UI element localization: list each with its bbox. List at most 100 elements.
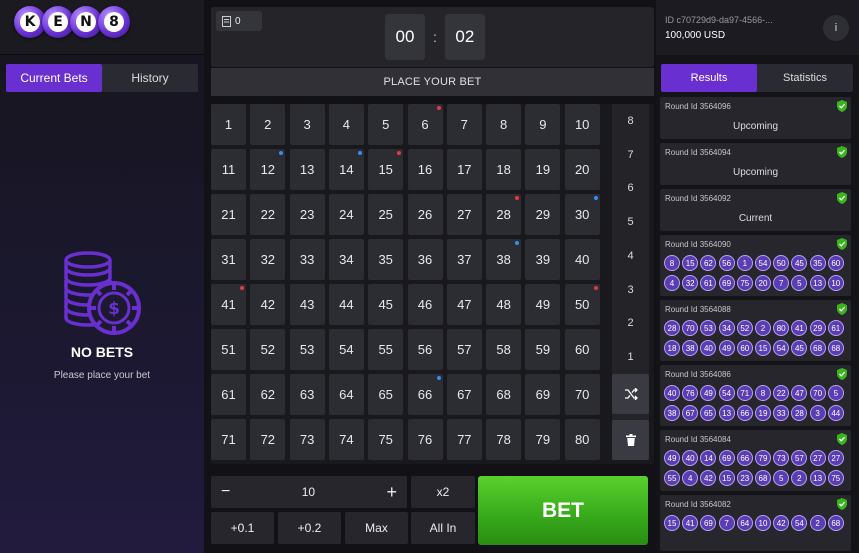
- number-cell[interactable]: 17: [446, 149, 482, 190]
- number-cell[interactable]: 14: [328, 149, 364, 190]
- number-cell[interactable]: 44: [328, 284, 364, 325]
- number-cell[interactable]: 47: [446, 284, 482, 325]
- number-cell[interactable]: 75: [368, 419, 404, 460]
- round-result[interactable]: Round Id 3564086 40 76 49 54 71 8 22 47 70 5 38 67 65…: [660, 365, 851, 426]
- pick-count-option[interactable]: 3: [612, 273, 649, 307]
- tab-statistics[interactable]: Statistics: [757, 64, 853, 92]
- number-cell[interactable]: 24: [328, 194, 364, 235]
- number-cell[interactable]: 22: [250, 194, 286, 235]
- bet-button[interactable]: BET: [478, 476, 648, 545]
- round-result[interactable]: Round Id 3564088 28 70 53 34 52 2 80 41 29 61 18 38 4…: [660, 300, 851, 361]
- number-cell[interactable]: 1: [211, 104, 246, 145]
- round-result[interactable]: Round Id 3564092 Current: [660, 189, 851, 231]
- number-cell[interactable]: 21: [211, 194, 246, 235]
- number-cell[interactable]: 55: [368, 329, 404, 370]
- number-cell[interactable]: 60: [564, 329, 600, 370]
- number-cell[interactable]: 39: [525, 239, 561, 280]
- double-stake-button[interactable]: x2: [411, 476, 475, 508]
- number-cell[interactable]: 67: [446, 374, 482, 415]
- number-cell[interactable]: 51: [211, 329, 246, 370]
- number-cell[interactable]: 5: [368, 104, 404, 145]
- number-cell[interactable]: 32: [250, 239, 286, 280]
- number-cell[interactable]: 53: [289, 329, 325, 370]
- number-cell[interactable]: 25: [368, 194, 404, 235]
- round-result[interactable]: Round Id 3564090 8 15 62 56 1 54 50 45 35 60 4 32 61 6…: [660, 235, 851, 296]
- number-cell[interactable]: 36: [407, 239, 443, 280]
- pick-count-option[interactable]: 2: [612, 306, 649, 340]
- number-cell[interactable]: 79: [525, 419, 561, 460]
- add-0-1-button[interactable]: +0.1: [211, 512, 274, 544]
- number-cell[interactable]: 52: [250, 329, 286, 370]
- stake-value[interactable]: 10: [302, 485, 315, 499]
- ticket-counter[interactable]: 0: [216, 11, 262, 31]
- number-cell[interactable]: 2: [250, 104, 286, 145]
- number-cell[interactable]: 49: [525, 284, 561, 325]
- tab-current-bets[interactable]: Current Bets: [6, 64, 102, 92]
- tab-history[interactable]: History: [102, 64, 198, 92]
- round-result[interactable]: Round Id 3564096 Upcoming: [660, 97, 851, 139]
- number-cell[interactable]: 13: [289, 149, 325, 190]
- pick-count-option[interactable]: 8: [612, 104, 649, 138]
- number-cell[interactable]: 31: [211, 239, 246, 280]
- number-cell[interactable]: 23: [289, 194, 325, 235]
- number-cell[interactable]: 50: [564, 284, 600, 325]
- number-cell[interactable]: 59: [525, 329, 561, 370]
- number-cell[interactable]: 78: [486, 419, 522, 460]
- number-cell[interactable]: 34: [328, 239, 364, 280]
- number-cell[interactable]: 27: [446, 194, 482, 235]
- number-cell[interactable]: 7: [446, 104, 482, 145]
- number-cell[interactable]: 37: [446, 239, 482, 280]
- number-cell[interactable]: 12: [250, 149, 286, 190]
- number-cell[interactable]: 71: [211, 419, 246, 460]
- number-cell[interactable]: 80: [564, 419, 600, 460]
- number-cell[interactable]: 73: [289, 419, 325, 460]
- quick-pick-button[interactable]: [612, 374, 649, 414]
- pick-count-option[interactable]: 7: [612, 138, 649, 172]
- number-cell[interactable]: 33: [289, 239, 325, 280]
- number-cell[interactable]: 19: [525, 149, 561, 190]
- number-cell[interactable]: 65: [368, 374, 404, 415]
- number-cell[interactable]: 16: [407, 149, 443, 190]
- number-cell[interactable]: 35: [368, 239, 404, 280]
- number-cell[interactable]: 30: [564, 194, 600, 235]
- number-cell[interactable]: 41: [211, 284, 246, 325]
- decrease-stake-button[interactable]: −: [221, 483, 230, 501]
- pick-count-option[interactable]: 6: [612, 171, 649, 205]
- pick-count-option[interactable]: 1: [612, 340, 649, 374]
- number-cell[interactable]: 46: [407, 284, 443, 325]
- number-cell[interactable]: 63: [289, 374, 325, 415]
- number-cell[interactable]: 40: [564, 239, 600, 280]
- number-cell[interactable]: 42: [250, 284, 286, 325]
- number-cell[interactable]: 74: [328, 419, 364, 460]
- number-cell[interactable]: 38: [486, 239, 522, 280]
- number-cell[interactable]: 54: [328, 329, 364, 370]
- number-cell[interactable]: 76: [407, 419, 443, 460]
- number-cell[interactable]: 20: [564, 149, 600, 190]
- number-cell[interactable]: 6: [407, 104, 443, 145]
- number-cell[interactable]: 9: [525, 104, 561, 145]
- number-cell[interactable]: 61: [211, 374, 246, 415]
- number-cell[interactable]: 66: [407, 374, 443, 415]
- number-cell[interactable]: 3: [289, 104, 325, 145]
- number-cell[interactable]: 69: [525, 374, 561, 415]
- round-result[interactable]: Round Id 3564094 Upcoming: [660, 143, 851, 185]
- number-cell[interactable]: 77: [446, 419, 482, 460]
- number-cell[interactable]: 43: [289, 284, 325, 325]
- number-cell[interactable]: 48: [486, 284, 522, 325]
- increase-stake-button[interactable]: +: [386, 482, 397, 503]
- number-cell[interactable]: 64: [328, 374, 364, 415]
- all-in-button[interactable]: All In: [411, 512, 475, 544]
- number-cell[interactable]: 57: [446, 329, 482, 370]
- number-cell[interactable]: 62: [250, 374, 286, 415]
- round-result[interactable]: Round Id 3564082 15 41 69 7 64 10 42 54 2 68: [660, 495, 851, 551]
- pick-count-option[interactable]: 4: [612, 239, 649, 273]
- number-cell[interactable]: 26: [407, 194, 443, 235]
- number-cell[interactable]: 4: [328, 104, 364, 145]
- number-cell[interactable]: 8: [486, 104, 522, 145]
- number-cell[interactable]: 68: [486, 374, 522, 415]
- number-cell[interactable]: 18: [486, 149, 522, 190]
- max-stake-button[interactable]: Max: [345, 512, 408, 544]
- clear-button[interactable]: [612, 420, 649, 460]
- number-cell[interactable]: 58: [486, 329, 522, 370]
- tab-results[interactable]: Results: [661, 64, 757, 92]
